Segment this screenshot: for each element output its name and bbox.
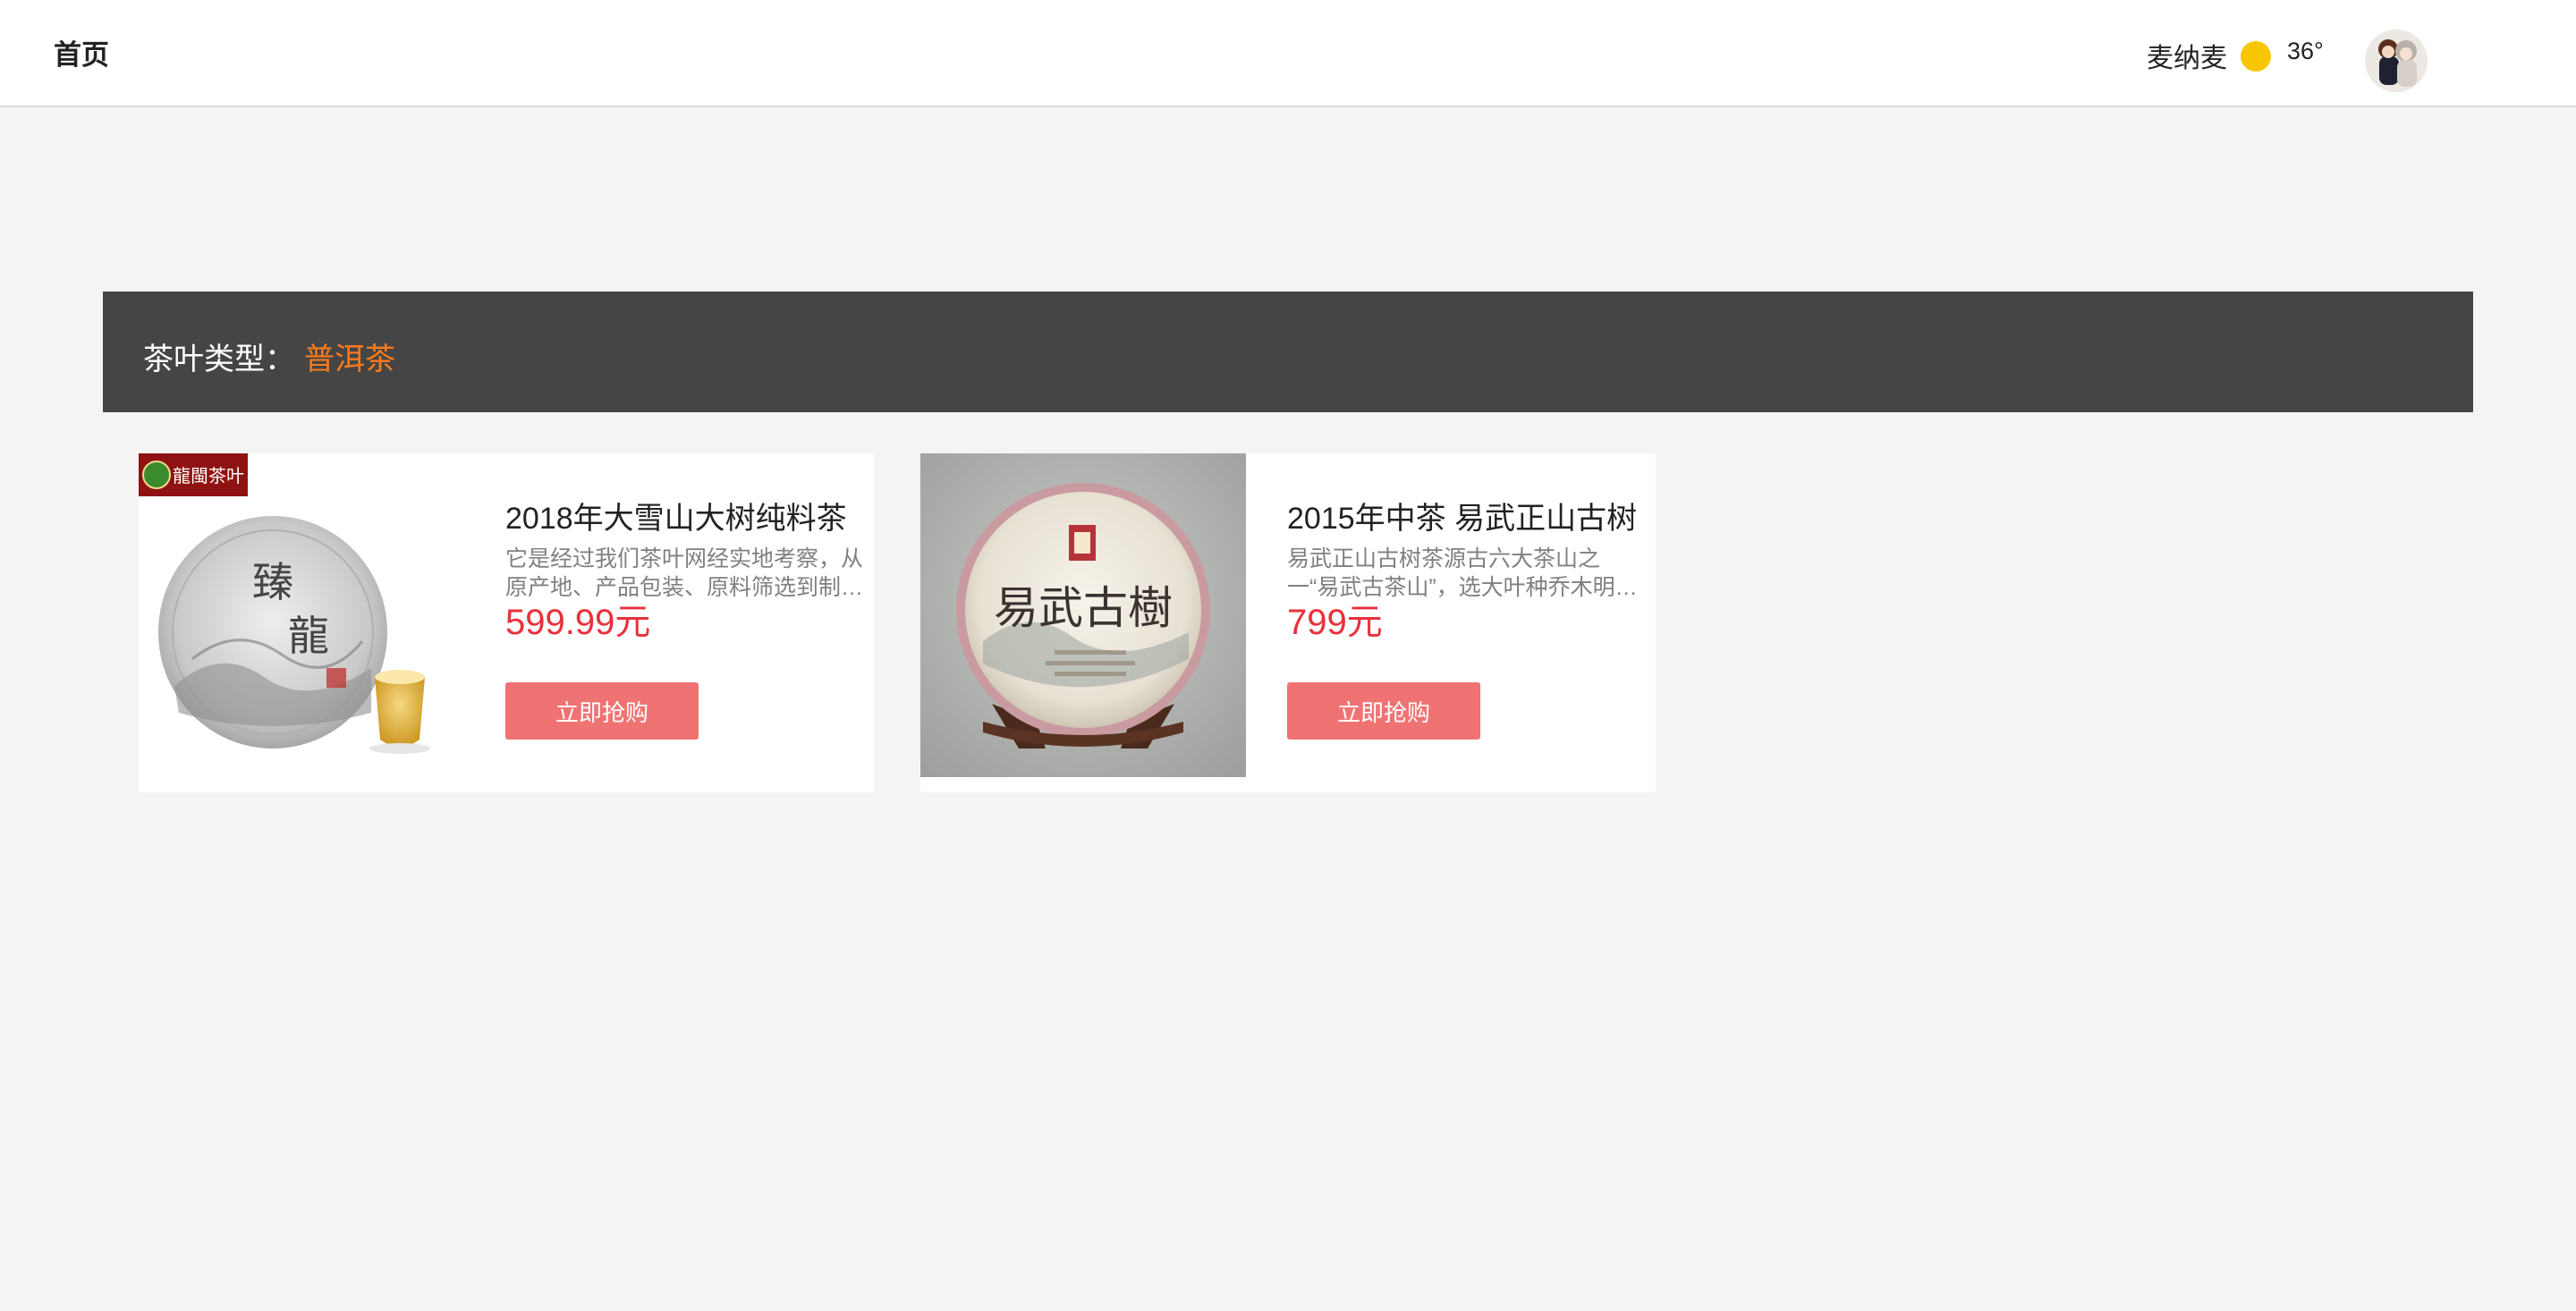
user-name[interactable]: 麦纳麦 bbox=[2147, 36, 2227, 75]
svg-text:龍: 龍 bbox=[288, 612, 329, 660]
tea-cake-image: 易武古樹 bbox=[920, 453, 1246, 777]
product-card[interactable]: 臻 龍 龍閩茶叶 2018年大雪山大树纯料茶 它是经过我们茶叶网经实地考察，从原… bbox=[139, 453, 874, 792]
product-image[interactable]: 臻 龍 龍閩茶叶 bbox=[139, 453, 464, 777]
cake-calligraphy: 臻 bbox=[252, 558, 293, 606]
category-puer[interactable]: 普洱茶 bbox=[304, 334, 395, 378]
category-bar: 茶叶类型： 普洱茶 bbox=[103, 292, 2473, 412]
top-header: 首页 麦纳麦 36° bbox=[0, 0, 2576, 107]
buy-now-button[interactable]: 立即抢购 bbox=[1287, 682, 1480, 740]
product-image[interactable]: 易武古樹 bbox=[920, 453, 1246, 777]
cake-calligraphy: 易武古樹 bbox=[994, 582, 1173, 634]
product-card[interactable]: 易武古樹 2015年中茶 易武正山古树 易武正山古树茶源古六大茶山之一“易武古茶… bbox=[920, 453, 1656, 792]
product-title[interactable]: 2015年中茶 易武正山古树 bbox=[1287, 500, 1649, 537]
product-info: 2015年中茶 易武正山古树 易武正山古树茶源古六大茶山之一“易武古茶山”，选大… bbox=[1287, 500, 1649, 643]
brand-badge-text: 龍閩茶叶 bbox=[173, 465, 244, 486]
tea-cake-image: 臻 龍 龍閩茶叶 bbox=[139, 453, 464, 777]
product-info: 2018年大雪山大树纯料茶 它是经过我们茶叶网经实地考察，从原产地、产品包装、原… bbox=[505, 500, 868, 643]
sun-icon bbox=[2241, 41, 2271, 72]
product-description: 它是经过我们茶叶网经实地考察，从原产地、产品包装、原料筛选到制作，… bbox=[505, 546, 864, 600]
avatar-image bbox=[2365, 30, 2428, 92]
product-price: 599.99元 bbox=[505, 603, 651, 642]
category-label: 茶叶类型： bbox=[143, 343, 295, 376]
product-title[interactable]: 2018年大雪山大树纯料茶 bbox=[505, 500, 868, 537]
temperature: 36° bbox=[2287, 38, 2324, 64]
product-description: 易武正山古树茶源古六大茶山之一“易武古茶山”，选大叶种乔木明前春蕊… bbox=[1287, 546, 1638, 600]
avatar[interactable] bbox=[2365, 30, 2428, 92]
product-price: 799元 bbox=[1287, 603, 1383, 642]
home-link[interactable]: 首页 bbox=[54, 32, 109, 72]
buy-now-button[interactable]: 立即抢购 bbox=[505, 682, 699, 740]
